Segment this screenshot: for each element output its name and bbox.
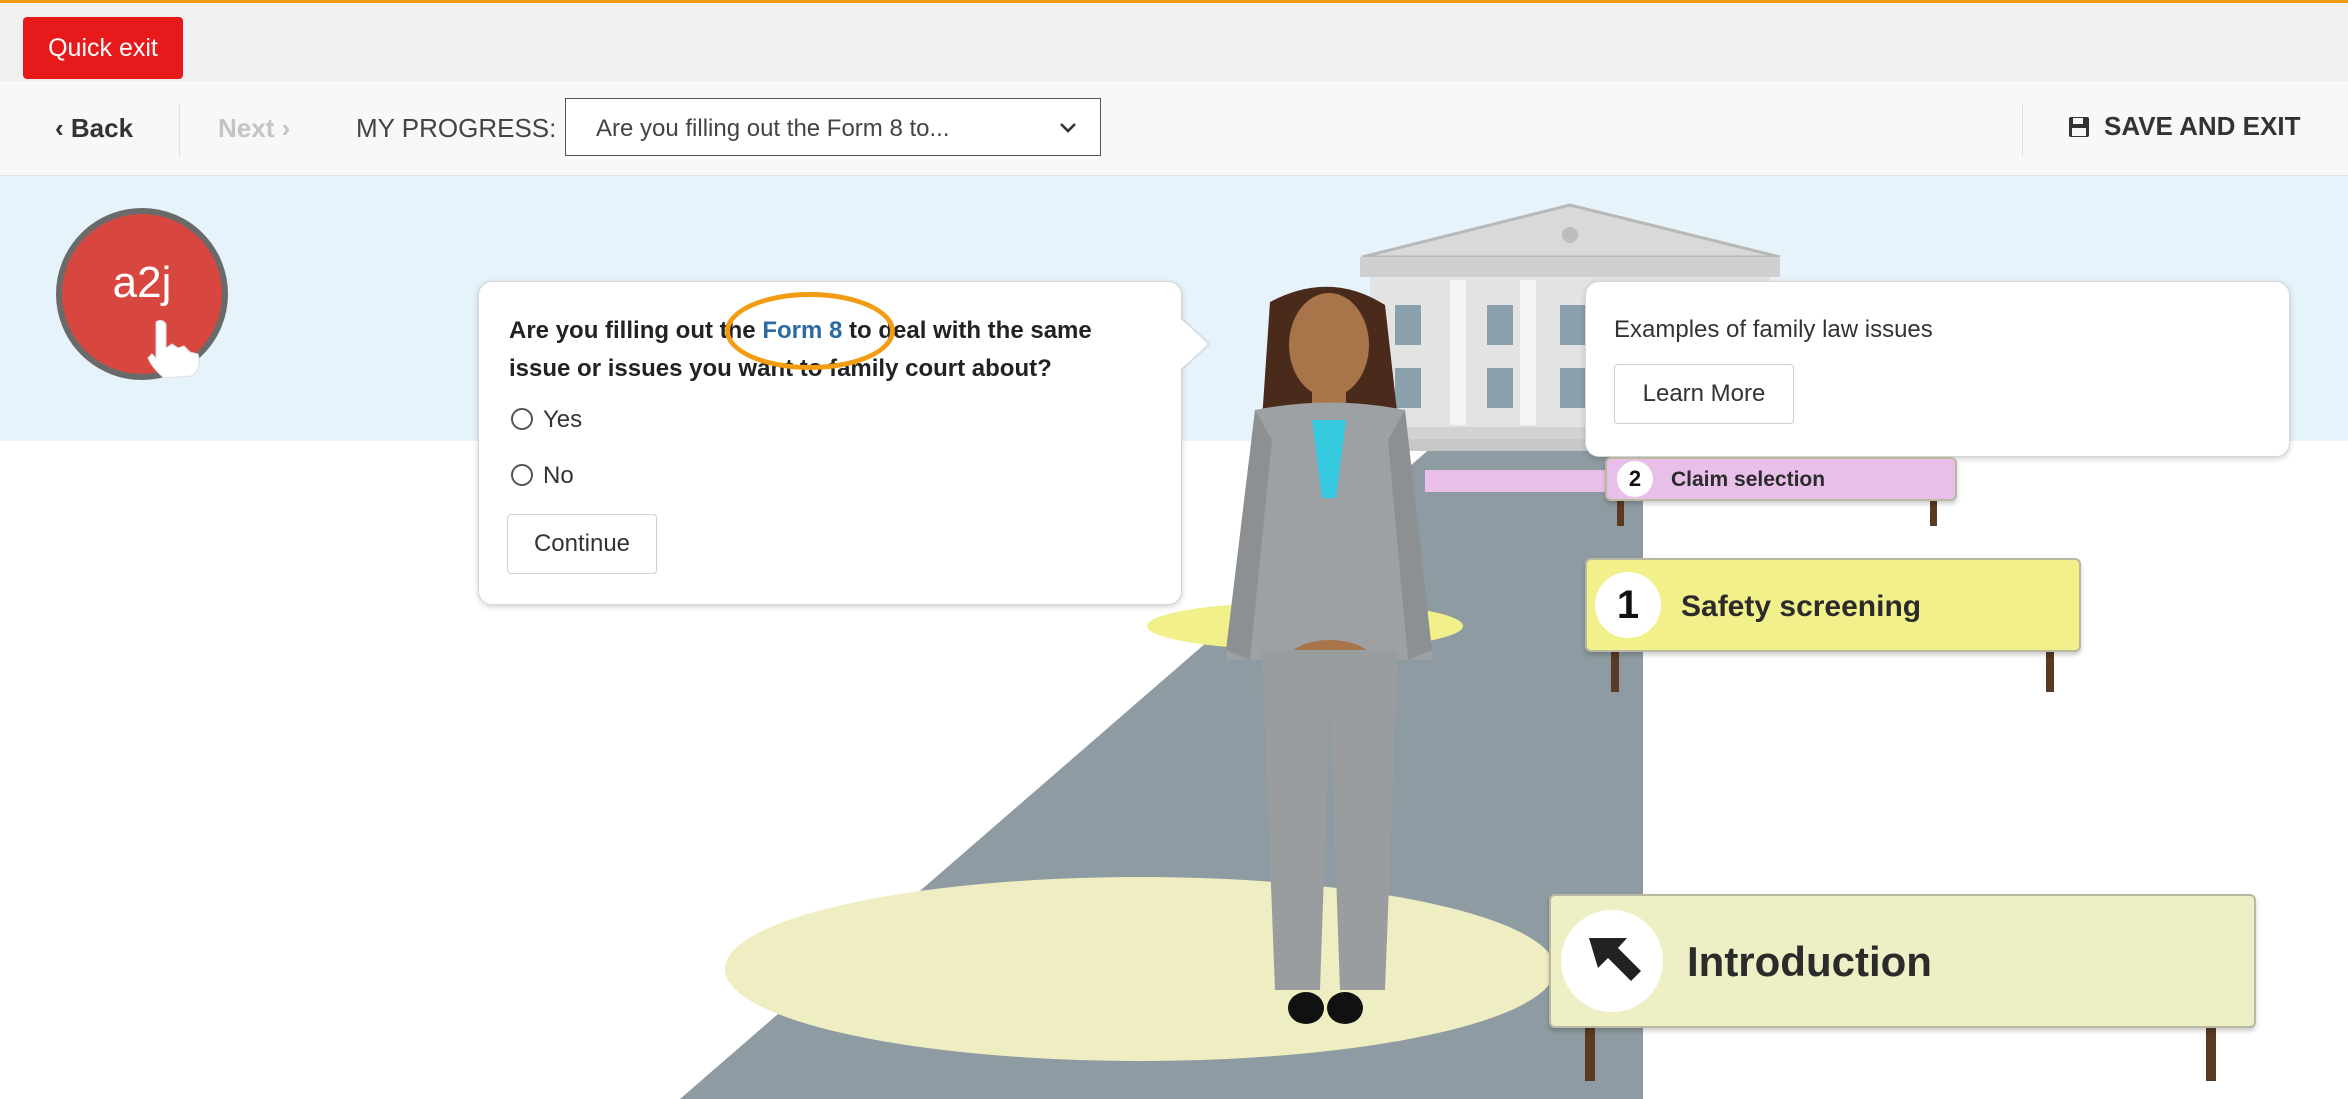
sign-intro-label: Introduction — [1687, 938, 1932, 985]
radio-yes[interactable]: Yes — [511, 406, 582, 434]
sign-step-number: 2 — [1617, 461, 1653, 497]
sign-post — [1585, 1025, 1595, 1081]
learn-more-button[interactable]: Learn More — [1614, 364, 1794, 424]
continue-button[interactable]: Continue — [507, 514, 657, 574]
radio-circle[interactable] — [511, 408, 533, 430]
sign-introduction[interactable]: Introduction — [1549, 894, 2256, 1028]
sign-step-label: Safety screening — [1681, 590, 1922, 623]
radio-circle[interactable] — [511, 464, 533, 486]
sign-post — [2206, 1025, 2216, 1081]
spotlight-intro — [725, 877, 1555, 1061]
bubble-tail — [1180, 318, 1208, 370]
radio-no-label: No — [543, 462, 574, 489]
info-box: Examples of family law issues Learn More — [1585, 281, 2290, 457]
sign-step-label: Claim selection — [1671, 468, 1826, 491]
platform-step2 — [1425, 470, 1605, 492]
logo-text: a2j — [112, 258, 172, 307]
info-text: Examples of family law issues — [1614, 316, 1933, 343]
sign-step-number: 1 — [1595, 572, 1661, 638]
hand-pointer-icon — [147, 319, 200, 379]
sign-safety-screening[interactable]: 1 Safety screening — [1585, 558, 2081, 652]
a2j-logo: a2j — [56, 208, 228, 380]
arrow-up-left-icon — [1561, 910, 1663, 1012]
sign-post — [2046, 650, 2054, 692]
radio-no[interactable]: No — [511, 462, 574, 490]
sign-post — [1611, 650, 1619, 692]
radio-yes-label: Yes — [543, 406, 583, 433]
sign-claim-selection[interactable]: 2 Claim selection — [1605, 457, 1957, 501]
highlight-circle — [725, 292, 895, 370]
